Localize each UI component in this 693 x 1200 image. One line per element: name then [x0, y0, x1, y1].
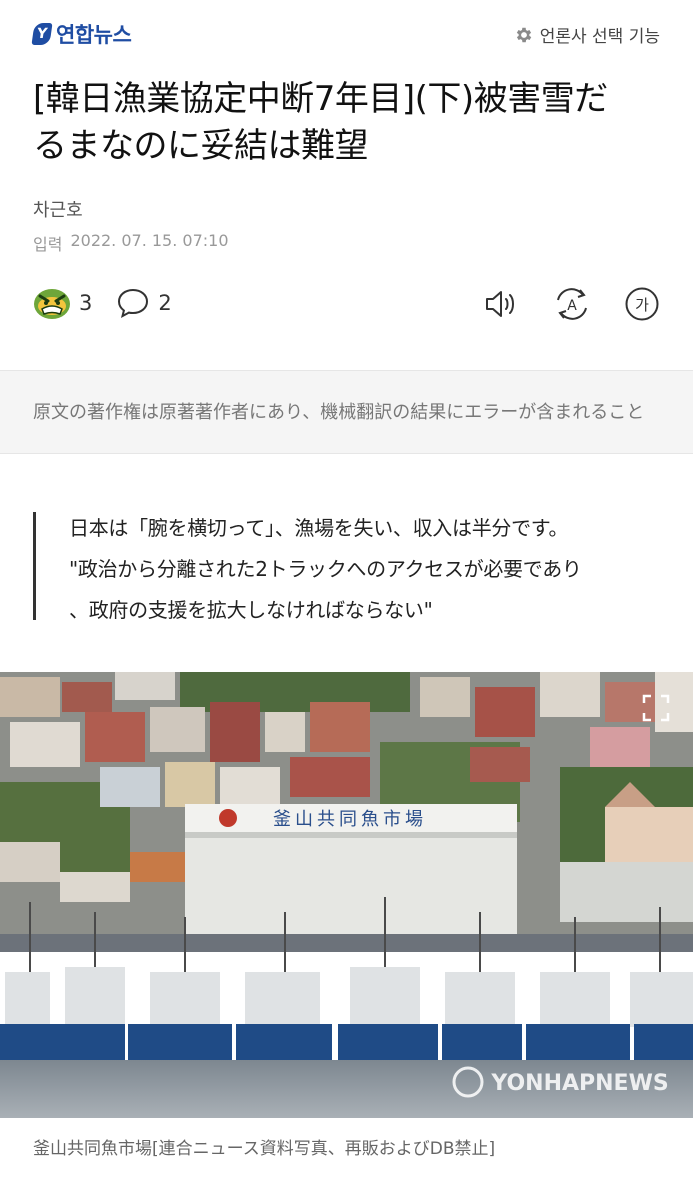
article-summary-quote: 日本は「腕を横切って」、漁場を失い、収入は半分です。 "政治から分離された2トラ…: [33, 512, 666, 622]
author-name[interactable]: 차근호: [33, 196, 83, 222]
logo-mark-icon: Y: [31, 23, 53, 45]
comment-button[interactable]: 2: [116, 287, 172, 319]
photo-caption: 釜山共同魚市場[連合ニュース資料写真、再販およびDB禁止]: [33, 1139, 496, 1159]
yonhap-logo[interactable]: Y 연합뉴스: [31, 19, 132, 49]
font-size-button[interactable]: 가: [623, 285, 661, 323]
reactions-bar: 3 2: [33, 286, 196, 320]
article-tools: A 가: [483, 285, 661, 323]
listen-icon: [486, 291, 514, 317]
angry-face-icon: [34, 289, 70, 319]
title-line-1: [韓日漁業協定中断7年目](下)被害雪だ: [33, 79, 608, 119]
title-line-2: るまなのに妥結は難望: [33, 126, 369, 166]
article-title: [韓日漁業協定中断7年目](下)被害雪だ るまなのに妥結は難望: [33, 76, 663, 170]
press-select-button[interactable]: 언론사 선택 기능: [514, 22, 660, 47]
listen-button[interactable]: [483, 285, 521, 323]
quote-line-2: "政治から分離された2トラックへのアクセスが必要であり: [69, 557, 582, 581]
quote-line-1: 日本は「腕を横切って」、漁場を失い、収入は半分です。: [69, 516, 569, 540]
translation-notice: 原文の著作権は原著著作者にあり、機械翻訳の結果にエラーが含まれること: [0, 370, 693, 454]
date-label: 입력: [33, 235, 63, 254]
comment-icon: [118, 288, 149, 318]
expand-icon: [642, 694, 670, 722]
article-photo[interactable]: 釜山共同魚市場 YONHAPNEWS: [0, 672, 693, 1118]
photo-watermark: YONHAPNEWS: [490, 1071, 668, 1096]
harbor-photo-image: 釜山共同魚市場 YONHAPNEWS: [0, 672, 693, 1118]
notice-text: 原文の著作権は原著著作者にあり、機械翻訳の結果にエラーが含まれること: [33, 402, 645, 423]
header: Y 연합뉴스 언론사 선택 기능: [0, 0, 693, 66]
press-select-label: 언론사 선택 기능: [539, 27, 660, 47]
date-value: 2022. 07. 15. 07:10: [70, 231, 229, 250]
publish-date: 입력 2022. 07. 15. 07:10: [33, 231, 229, 255]
comment-count: 2: [158, 291, 172, 315]
translate-button[interactable]: A: [553, 285, 591, 323]
translate-icon: A: [557, 288, 587, 320]
expand-photo-button[interactable]: [640, 692, 672, 724]
emoji-count: 3: [79, 291, 93, 315]
logo-text: 연합뉴스: [56, 23, 132, 47]
svg-text:가: 가: [635, 296, 649, 314]
svg-text:A: A: [567, 298, 577, 314]
quote-line-3: 、政府の支援を拡大しなければならない": [69, 598, 433, 622]
font-size-icon: 가: [625, 287, 659, 321]
building-sign: 釜山共同魚市場: [273, 809, 427, 830]
emoji-reaction-button[interactable]: 3: [33, 286, 92, 320]
gear-icon: [516, 27, 531, 42]
